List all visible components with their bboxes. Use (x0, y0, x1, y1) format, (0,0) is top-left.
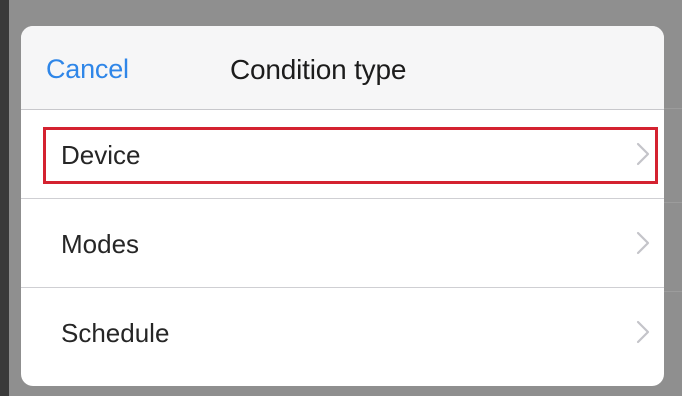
list-item-device[interactable]: Device (21, 110, 664, 199)
condition-type-sheet: Cancel Condition type Device Modes Sched… (21, 26, 664, 386)
list-item-label: Modes (61, 229, 140, 259)
list-item-label: Schedule (61, 318, 170, 348)
backdrop-edge (0, 0, 9, 396)
list-item-modes[interactable]: Modes (21, 199, 664, 288)
page-title: Condition type (230, 54, 407, 85)
backdrop-divider (664, 291, 682, 292)
list-item-label: Device (61, 140, 141, 170)
chevron-right-icon (636, 142, 650, 166)
cancel-button[interactable]: Cancel (46, 54, 129, 85)
condition-type-list: Device Modes Schedule (21, 110, 664, 377)
backdrop-divider (664, 108, 682, 109)
list-item-schedule[interactable]: Schedule (21, 288, 664, 377)
chevron-right-icon (636, 231, 650, 255)
nav-bar: Cancel Condition type (21, 26, 664, 110)
backdrop-divider (664, 202, 682, 203)
chevron-right-icon (636, 320, 650, 344)
